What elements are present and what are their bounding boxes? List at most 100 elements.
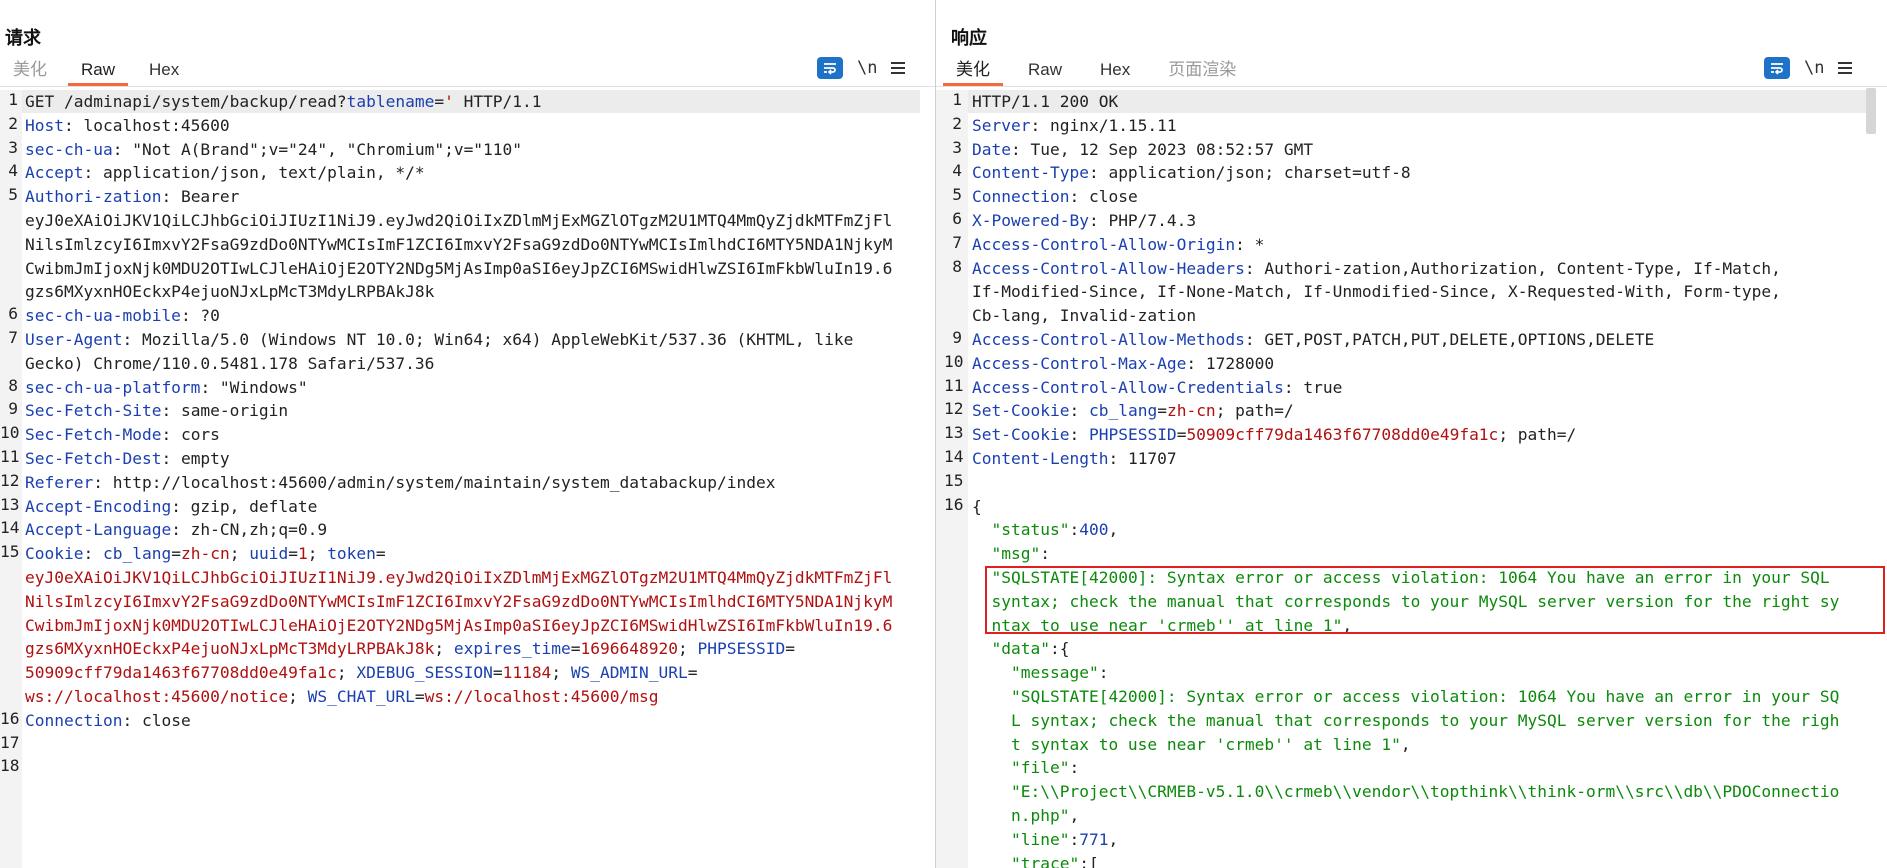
code-token: token [327,544,376,564]
code-token: = [492,663,503,683]
code-token: 50909cff79da1463f67708dd0e49fa1c [25,663,337,683]
tab-hex[interactable]: Hex [136,60,192,86]
code-token: Server [972,115,1031,135]
code-token: = [414,686,425,706]
code-line: L syntax; check the manual that correspo… [972,709,1839,733]
code-token: : [1098,663,1109,683]
code-token: : * [1235,234,1265,254]
request-title: 请求 [5,28,41,48]
tab-raw[interactable]: Raw [68,60,129,86]
code-line: Access-Control-Allow-Headers: Authori-za… [972,257,1839,281]
code-token: { [972,496,982,516]
code-token: 400 [1079,520,1109,540]
code-token: :{ [1049,639,1070,659]
tab-raw[interactable]: Raw [1015,60,1075,86]
wrap-lines-icon[interactable] [817,57,843,79]
line-number: 2 [952,113,962,133]
code-token: Gecko) Chrome/110.0.5481.178 Safari/537.… [25,353,435,373]
line-number: 6 [8,304,18,324]
line-number: 9 [8,399,18,419]
code-token: Sec-Fetch-Site [25,401,162,421]
code-token: :[ [1079,853,1099,868]
response-editor[interactable]: HTTP/1.1 200 OK Server: nginx/1.15.11 Date… [972,90,1839,868]
tab-render[interactable]: 页面渲染 [1155,55,1249,86]
code-token: ; [229,544,250,564]
code-line: Date: Tue, 12 Sep 2023 08:52:57 GMT [972,138,1839,162]
code-line: NilsImlzcyI6ImxvY2FsaG9zdDo0NTYwMCIsImF1… [25,233,892,257]
code-token: PHPSESSID [1088,425,1177,445]
code-token: : application/json; charset=utf-8 [1088,163,1411,183]
code-token: : empty [161,448,230,468]
code-token: expires_time [453,639,571,659]
code-line: User-Agent: Mozilla/5.0 (Windows NT 10.0… [25,328,892,352]
code-line: GET /adminapi/system/backup/read?tablena… [25,90,892,114]
wrap-lines-icon[interactable] [1764,57,1790,79]
line-number: 11 [0,447,20,466]
code-line: Connection: close [972,185,1839,209]
code-token: : Bearer [161,187,240,207]
code-line: Content-Length: 11707 [972,447,1839,471]
code-token: sec-ch-ua-mobile [25,306,181,326]
line-number: 7 [952,232,962,252]
line-number: 13 [944,423,964,443]
request-editor[interactable]: GET /adminapi/system/backup/read?tablena… [25,90,892,780]
code-line: Sec-Fetch-Mode: cors [25,423,892,447]
line-number: 12 [944,399,964,419]
tab-pretty[interactable]: 美化 [0,55,60,86]
menu-icon[interactable] [1838,62,1853,74]
code-line: eyJ0eXAiOiJKV1QiLCJhbGciOiJIUzI1NiJ9.eyJ… [25,209,892,233]
code-token: Content-Length [972,448,1109,468]
line-number: 15 [0,542,20,562]
line-number: 3 [952,137,962,157]
code-token: = [1157,401,1167,421]
code-line: HTTP/1.1 200 OK [972,90,1839,114]
code-line: Host: localhost:45600 [25,114,892,138]
code-token: = [1176,425,1187,445]
code-token: : http://localhost:45600/admin/system/ma… [93,472,776,492]
show-newlines-button[interactable]: \n [857,58,877,78]
menu-icon[interactable] [891,62,906,74]
code-token: : [1069,425,1089,445]
code-line: "trace":[ [972,852,1839,868]
code-token: : [1069,758,1080,778]
code-token: : Tue, 12 Sep 2023 08:52:57 GMT [1010,139,1314,159]
code-token: : [1069,401,1089,421]
line-number: 15 [944,470,964,490]
code-line: "line":771, [972,828,1839,852]
code-token: Content-Type [972,163,1089,183]
code-token: User-Agent [25,329,123,349]
tab-pretty[interactable]: 美化 [943,55,1003,86]
response-title: 响应 [951,28,987,48]
code-token: ; [678,639,698,659]
code-token: : gzip, deflate [171,496,318,516]
code-token: : close [1069,187,1138,207]
code-line: CwibmJmIjoxNjk0MDU2OTIwLCJleHAiOjE2OTY2N… [25,257,892,281]
code-line: Accept-Encoding: gzip, deflate [25,495,892,519]
code-line: sec-ch-ua: "Not A(Brand";v="24", "Chromi… [25,138,892,162]
code-token: NilsImlzcyI6ImxvY2FsaG9zdDo0NTYwMCIsImF1… [25,591,893,611]
show-newlines-button[interactable]: \n [1804,58,1824,78]
line-number: 5 [952,185,962,205]
code-token: = [171,544,181,564]
tab-hex[interactable]: Hex [1087,60,1143,86]
code-token: : [1040,544,1050,564]
code-line: sec-ch-ua-mobile: ?0 [25,304,892,328]
code-line: Server: nginx/1.15.11 [972,114,1839,138]
line-number: 4 [952,161,962,181]
line-number: 1 [8,90,18,109]
code-token: ; [288,686,308,706]
line-number: 3 [8,137,18,157]
code-line: Access-Control-Allow-Credentials: true [972,376,1839,400]
code-token: XDEBUG_SESSION [356,663,493,683]
response-scrollbar[interactable] [1866,88,1876,134]
code-token: : "Not A(Brand";v="24", "Chromium";v="11… [112,139,523,159]
code-line: Cookie: cb_lang=zh-cn; uuid=1; token= [25,542,892,566]
code-token: Set-Cookie [972,425,1070,445]
code-token: 1696648920 [580,639,678,659]
code-token: WS_CHAT_URL [307,686,415,706]
code-token: : ?0 [180,306,220,326]
